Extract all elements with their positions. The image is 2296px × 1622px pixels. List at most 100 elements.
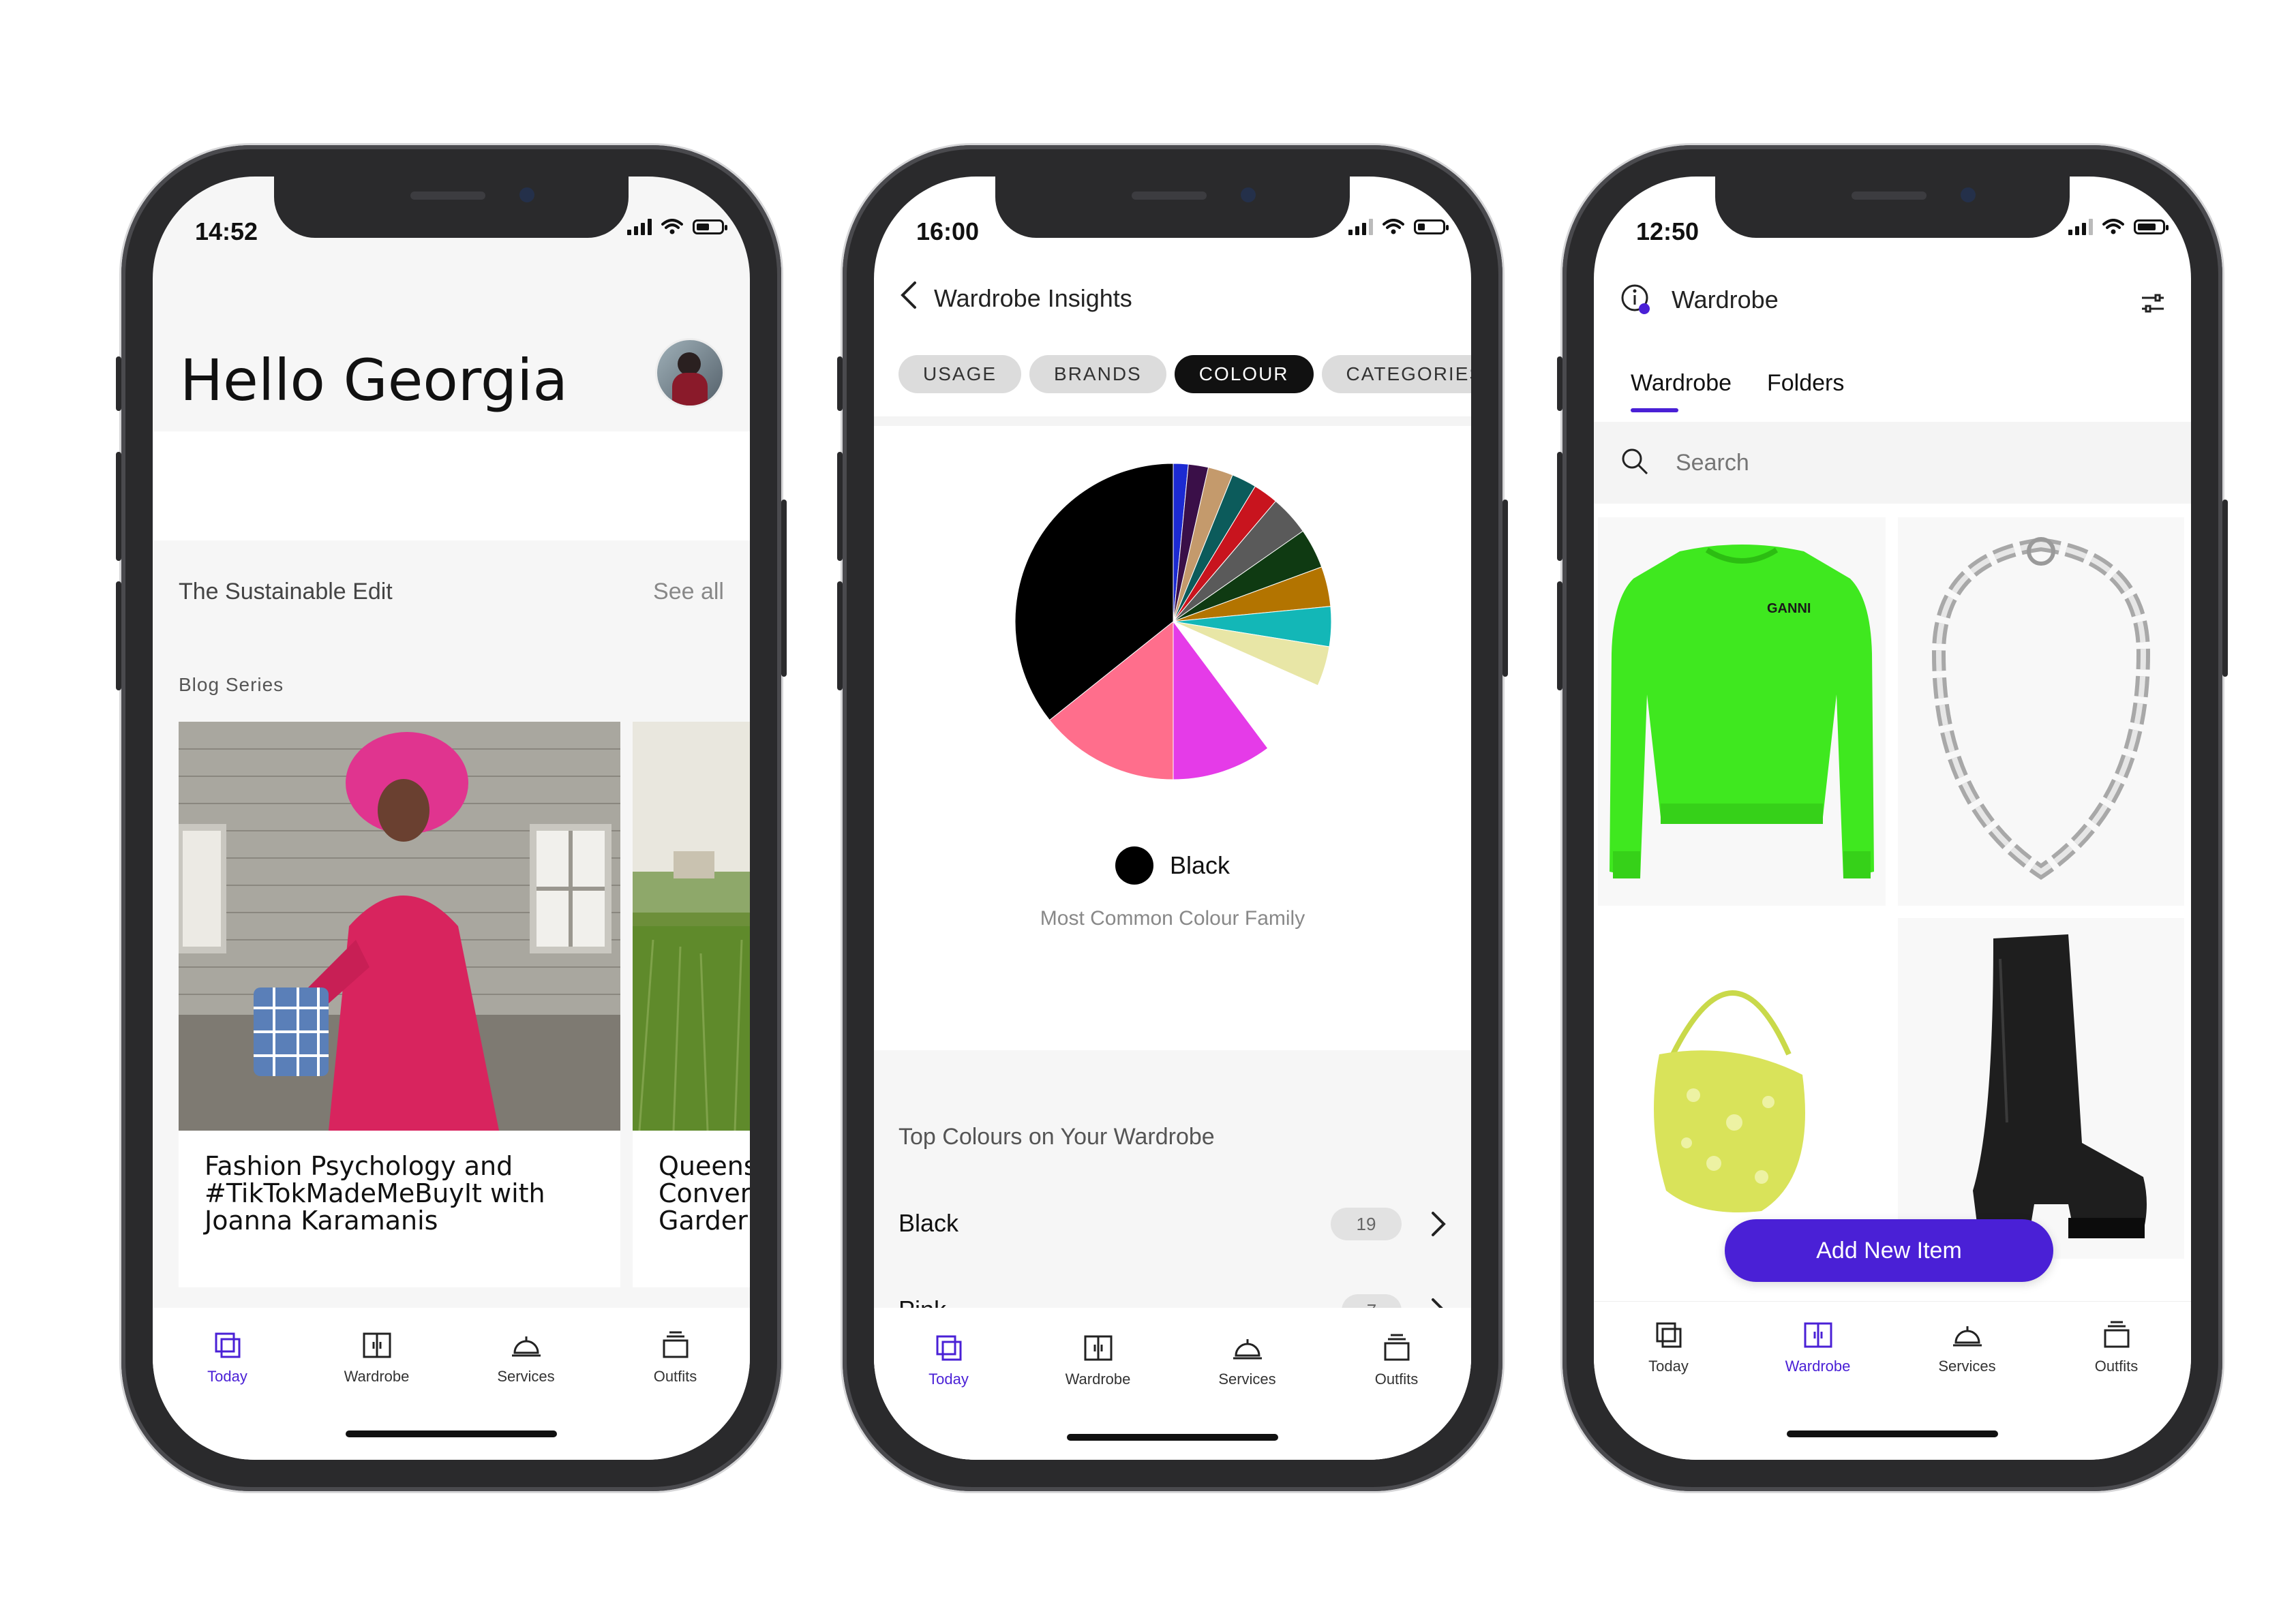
tab-label: Today	[1648, 1358, 1689, 1375]
item-card-sweatshirt[interactable]: GANNI	[1598, 517, 1886, 906]
section-title: The Sustainable Edit	[179, 579, 393, 605]
outfits-icon	[2104, 1321, 2129, 1348]
battery-icon	[2134, 219, 2169, 234]
home-indicator	[1787, 1430, 1998, 1437]
notch	[1715, 177, 2070, 238]
back-button[interactable]	[898, 280, 926, 314]
tab-label: Wardrobe	[1785, 1358, 1851, 1375]
see-all-link[interactable]: See all	[653, 579, 724, 605]
top-colours-title: Top Colours on Your Wardrobe	[898, 1124, 1215, 1150]
wifi-icon	[2102, 219, 2124, 234]
tab-today[interactable]: Today	[160, 1330, 296, 1460]
title-line: Fashion Psychology and	[205, 1151, 513, 1181]
tab-services[interactable]: Services	[458, 1330, 594, 1460]
segment-categories[interactable]: CATEGORIES	[1321, 355, 1471, 393]
home-indicator	[1067, 1434, 1278, 1441]
blog-card-title: Queens Conver Garder	[659, 1152, 750, 1234]
info-button[interactable]	[1620, 283, 1654, 317]
tab-wardrobe[interactable]: Wardrobe	[1750, 1319, 1886, 1460]
power-button	[2222, 500, 2228, 677]
outfits-icon	[663, 1331, 688, 1358]
status-time: 14:52	[195, 217, 258, 245]
colour-name: Black	[898, 1209, 959, 1237]
search-icon	[1622, 448, 1648, 475]
wifi-icon	[661, 219, 683, 234]
tab-label: Wardrobe	[344, 1368, 410, 1385]
status-icons	[2068, 219, 2169, 235]
colour-pie-chart	[1014, 463, 1332, 780]
segment-control: USAGE BRANDS COLOUR CATEGORIES	[898, 355, 1471, 393]
today-icon	[215, 1332, 240, 1358]
wardrobe-icon	[1084, 1335, 1112, 1361]
divider-band	[874, 416, 1471, 426]
status-icons	[1348, 219, 1449, 235]
tab-label: Outfits	[653, 1368, 697, 1385]
tab-today[interactable]: Today	[881, 1332, 1017, 1460]
volume-up-button	[116, 452, 121, 561]
volume-down-button	[1557, 581, 1562, 690]
services-icon	[1952, 1326, 1982, 1347]
outfits-icon	[1384, 1334, 1409, 1361]
segment-usage[interactable]: USAGE	[898, 355, 1022, 393]
blog-card[interactable]: Fashion Psychology and #TikTokMadeMeBuyI…	[179, 722, 620, 1287]
tab-label: Wardrobe	[1065, 1371, 1131, 1388]
tab-label: Outfits	[2094, 1358, 2139, 1375]
status-icons	[627, 219, 727, 235]
tab-label: Today	[928, 1371, 969, 1388]
status-time: 12:50	[1636, 217, 1700, 245]
tab-wardrobe-top[interactable]: Wardrobe	[1631, 370, 1732, 397]
item-card-necklace[interactable]	[1898, 517, 2184, 906]
signal-icon	[2068, 219, 2093, 235]
segment-colour[interactable]: COLOUR	[1174, 355, 1314, 393]
avatar[interactable]	[657, 340, 723, 406]
today-icon	[936, 1335, 961, 1361]
item-card-bag[interactable]	[1598, 918, 1886, 1259]
tab-outfits[interactable]: Outfits	[607, 1330, 744, 1460]
tab-underline	[1631, 408, 1678, 412]
count-badge: 19	[1331, 1208, 1402, 1240]
title-line: Garder	[659, 1206, 748, 1236]
blog-photo	[633, 722, 750, 1131]
status-time: 16:00	[916, 217, 980, 245]
page-title: Wardrobe	[1672, 286, 1779, 313]
green-sweatshirt-image: GANNI	[1610, 545, 1874, 878]
title-line: Queens	[659, 1151, 750, 1181]
search-input[interactable]	[1674, 445, 2086, 480]
colour-row[interactable]: Black 19	[898, 1204, 1447, 1244]
highlight-caption: Most Common Colour Family	[1040, 907, 1305, 930]
blog-card[interactable]: Queens Conver Garder	[633, 722, 750, 1287]
tab-today[interactable]: Today	[1601, 1319, 1737, 1460]
ganni-logo: GANNI	[1767, 601, 1811, 616]
signal-icon	[627, 219, 652, 235]
highlight-row: Black	[874, 846, 1471, 885]
power-button	[1502, 500, 1508, 677]
services-icon	[511, 1336, 541, 1357]
mute-switch	[116, 356, 121, 411]
chevron-left-icon	[901, 281, 916, 309]
today-icon	[1656, 1322, 1681, 1348]
battery-icon	[693, 219, 727, 234]
tab-outfits[interactable]: Outfits	[2049, 1319, 2185, 1460]
search-bar[interactable]	[1594, 422, 2191, 504]
chain-necklace-image	[1931, 537, 2151, 881]
tab-label: Services	[1218, 1371, 1276, 1388]
tab-label: Today	[207, 1368, 247, 1385]
wardrobe-icon	[363, 1332, 391, 1358]
item-card-boot[interactable]	[1898, 918, 2184, 1259]
volume-up-button	[1557, 452, 1562, 561]
tab-outfits[interactable]: Outfits	[1329, 1332, 1465, 1460]
tab-wardrobe[interactable]: Wardrobe	[309, 1330, 445, 1460]
add-new-item-button[interactable]: Add New Item	[1725, 1219, 2053, 1282]
segment-brands[interactable]: BRANDS	[1029, 355, 1166, 393]
blog-series-label: Blog Series	[179, 674, 284, 695]
tab-services[interactable]: Services	[1899, 1319, 2036, 1460]
signal-icon	[1348, 219, 1373, 235]
notch	[274, 177, 629, 238]
notch	[995, 177, 1350, 238]
tab-folders[interactable]: Folders	[1767, 370, 1844, 397]
nav-title: Wardrobe Insights	[934, 284, 1132, 312]
mute-switch	[1557, 356, 1562, 411]
tab-label: Services	[1938, 1358, 1996, 1375]
phone-insights: 16:00 Wardrobe Insights USAGE BRANDS COL…	[837, 145, 1508, 1491]
filter-button[interactable]	[2138, 288, 2168, 318]
